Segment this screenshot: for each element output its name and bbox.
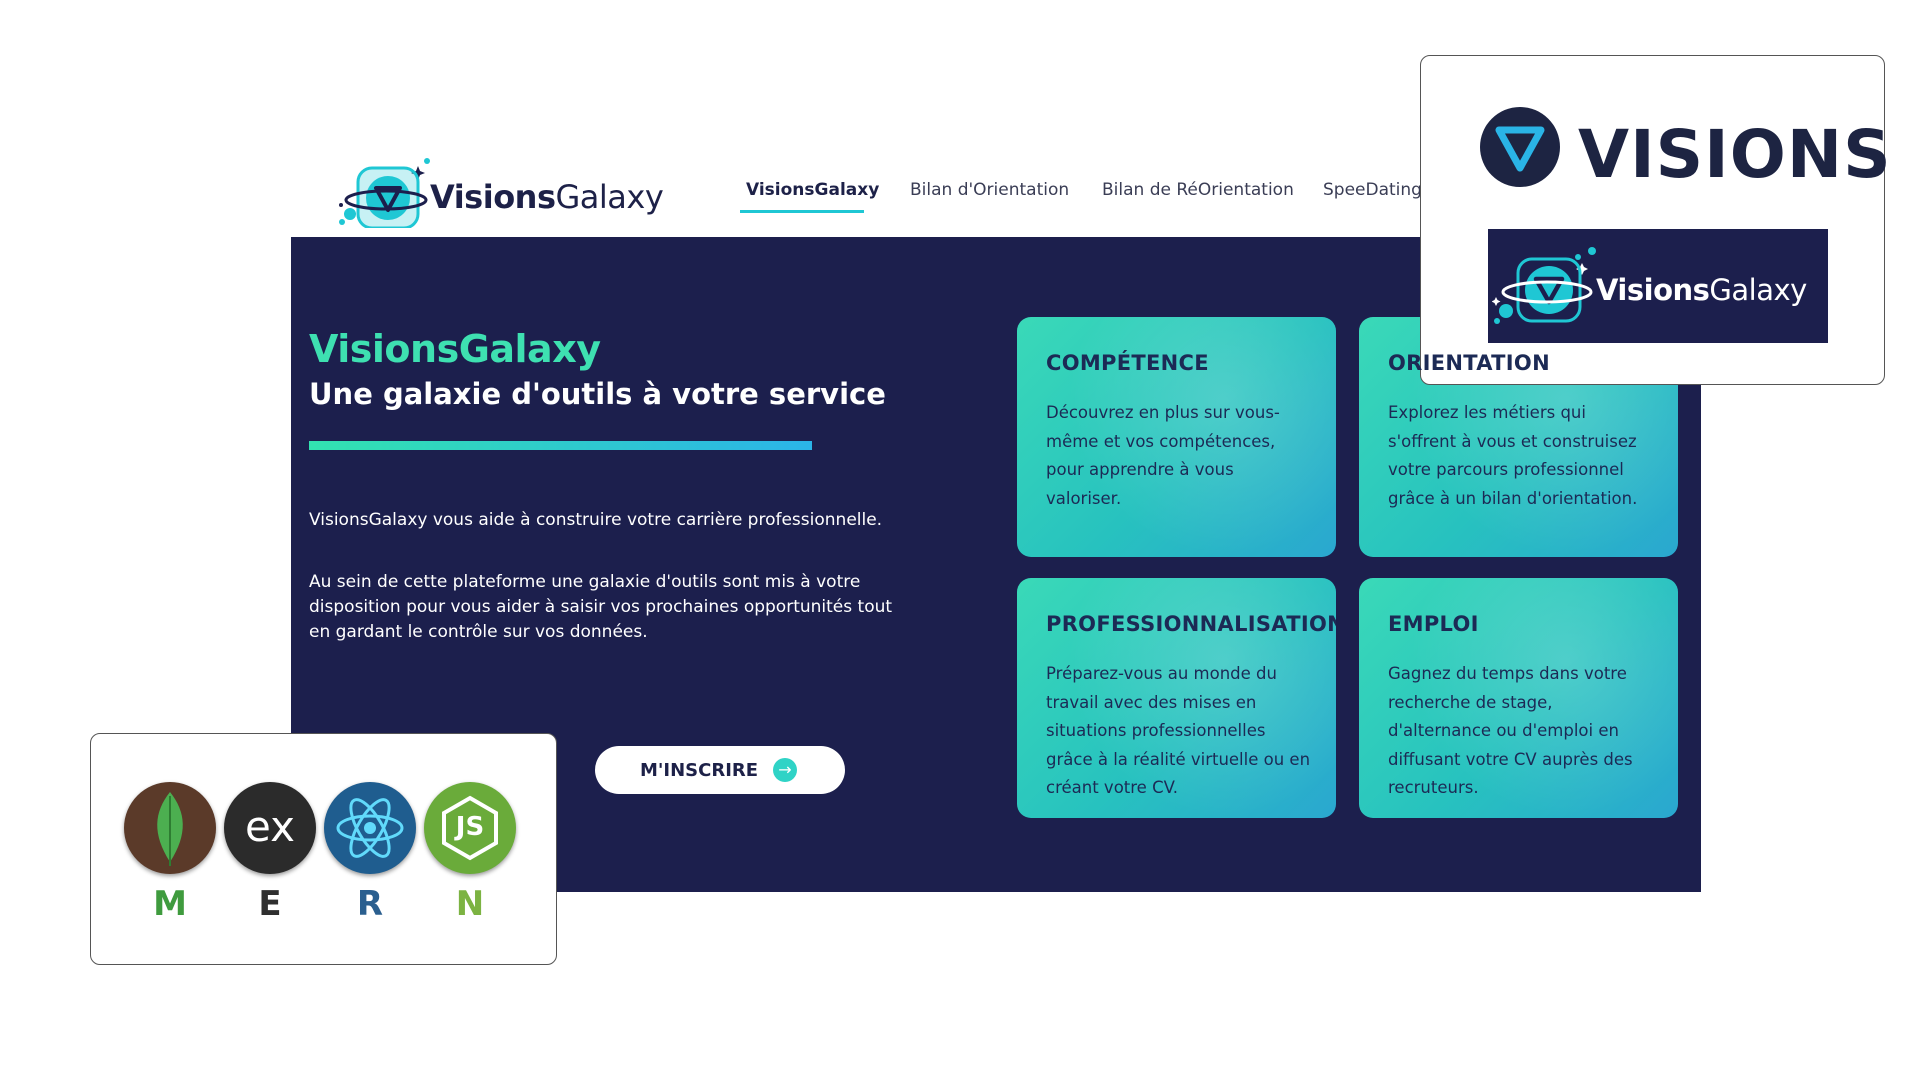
- visionsgalaxy-banner-text: VisionsGalaxy: [1596, 273, 1807, 307]
- site-logo-text: VisionsGalaxy: [430, 178, 664, 216]
- card-title: PROFESSIONNALISATION: [1046, 612, 1336, 636]
- hero-description-text: Au sein de cette plateforme une galaxie …: [309, 572, 893, 642]
- card-title: COMPÉTENCE: [1046, 351, 1209, 375]
- nav-item-visionsgalaxy[interactable]: VisionsGalaxy: [746, 180, 879, 200]
- card-competence[interactable]: COMPÉTENCE Découvrez en plus sur vous-mê…: [1017, 317, 1336, 557]
- hero-intro-text: VisionsGalaxy vous aide à construire vot…: [309, 510, 883, 530]
- visionsgalaxy-emblem-icon: [1492, 247, 1596, 324]
- card-text: Gagnez du temps dans votre recherche de …: [1388, 664, 1633, 797]
- express-ex-icon: ex: [224, 782, 316, 874]
- nav-item-speedating[interactable]: SpeeDating: [1323, 180, 1422, 200]
- arrow-right-icon: →: [773, 758, 797, 782]
- visions-wordmark: VISIONS: [1578, 116, 1892, 193]
- visions-triangle-icon: [1480, 107, 1560, 187]
- card-text: Explorez les métiers qui s'offrent à vou…: [1388, 403, 1638, 508]
- mern-letter-n: N: [455, 884, 485, 924]
- nav-item-bilan-orientation[interactable]: Bilan d'Orientation: [910, 180, 1069, 200]
- nav-item-bilan-reorientation[interactable]: Bilan de RéOrientation: [1102, 180, 1294, 200]
- card-emploi[interactable]: EMPLOI Gagnez du temps dans votre recher…: [1359, 578, 1678, 818]
- hero-title: VisionsGalaxy: [309, 327, 601, 371]
- mern-letter-m: M: [153, 884, 187, 924]
- mongodb-leaf-icon: [124, 782, 216, 874]
- mern-letter-r: R: [356, 884, 384, 924]
- visionsgalaxy-emblem-icon: [339, 158, 430, 228]
- nodejs-hex-icon: JS: [424, 782, 516, 874]
- card-title: EMPLOI: [1388, 612, 1479, 636]
- mern-stack-panel: ex JS M E R N: [90, 733, 557, 965]
- card-title: ORIENTATION: [1388, 351, 1550, 375]
- react-atom-icon: [324, 782, 416, 874]
- signup-button[interactable]: M'INSCRIRE →: [595, 746, 845, 794]
- card-professionnalisation[interactable]: PROFESSIONNALISATION Préparez-vous au mo…: [1017, 578, 1336, 818]
- signup-button-label: M'INSCRIRE: [640, 760, 759, 781]
- nav-active-underline: [740, 210, 864, 213]
- mern-letter-e: E: [258, 884, 282, 924]
- hero-subtitle: Une galaxie d'outils à votre service: [309, 377, 886, 411]
- visionsgalaxy-banner: VisionsGalaxy: [1488, 229, 1828, 343]
- site-logo[interactable]: VisionsGalaxy: [338, 158, 664, 228]
- visions-logo-panel: VISIONS VisionsGalaxy: [1420, 55, 1891, 385]
- card-text: Découvrez en plus sur vous-même et vos c…: [1046, 403, 1280, 508]
- card-text: Préparez-vous au monde du travail avec d…: [1046, 664, 1311, 797]
- hero-accent-bar: [309, 441, 812, 450]
